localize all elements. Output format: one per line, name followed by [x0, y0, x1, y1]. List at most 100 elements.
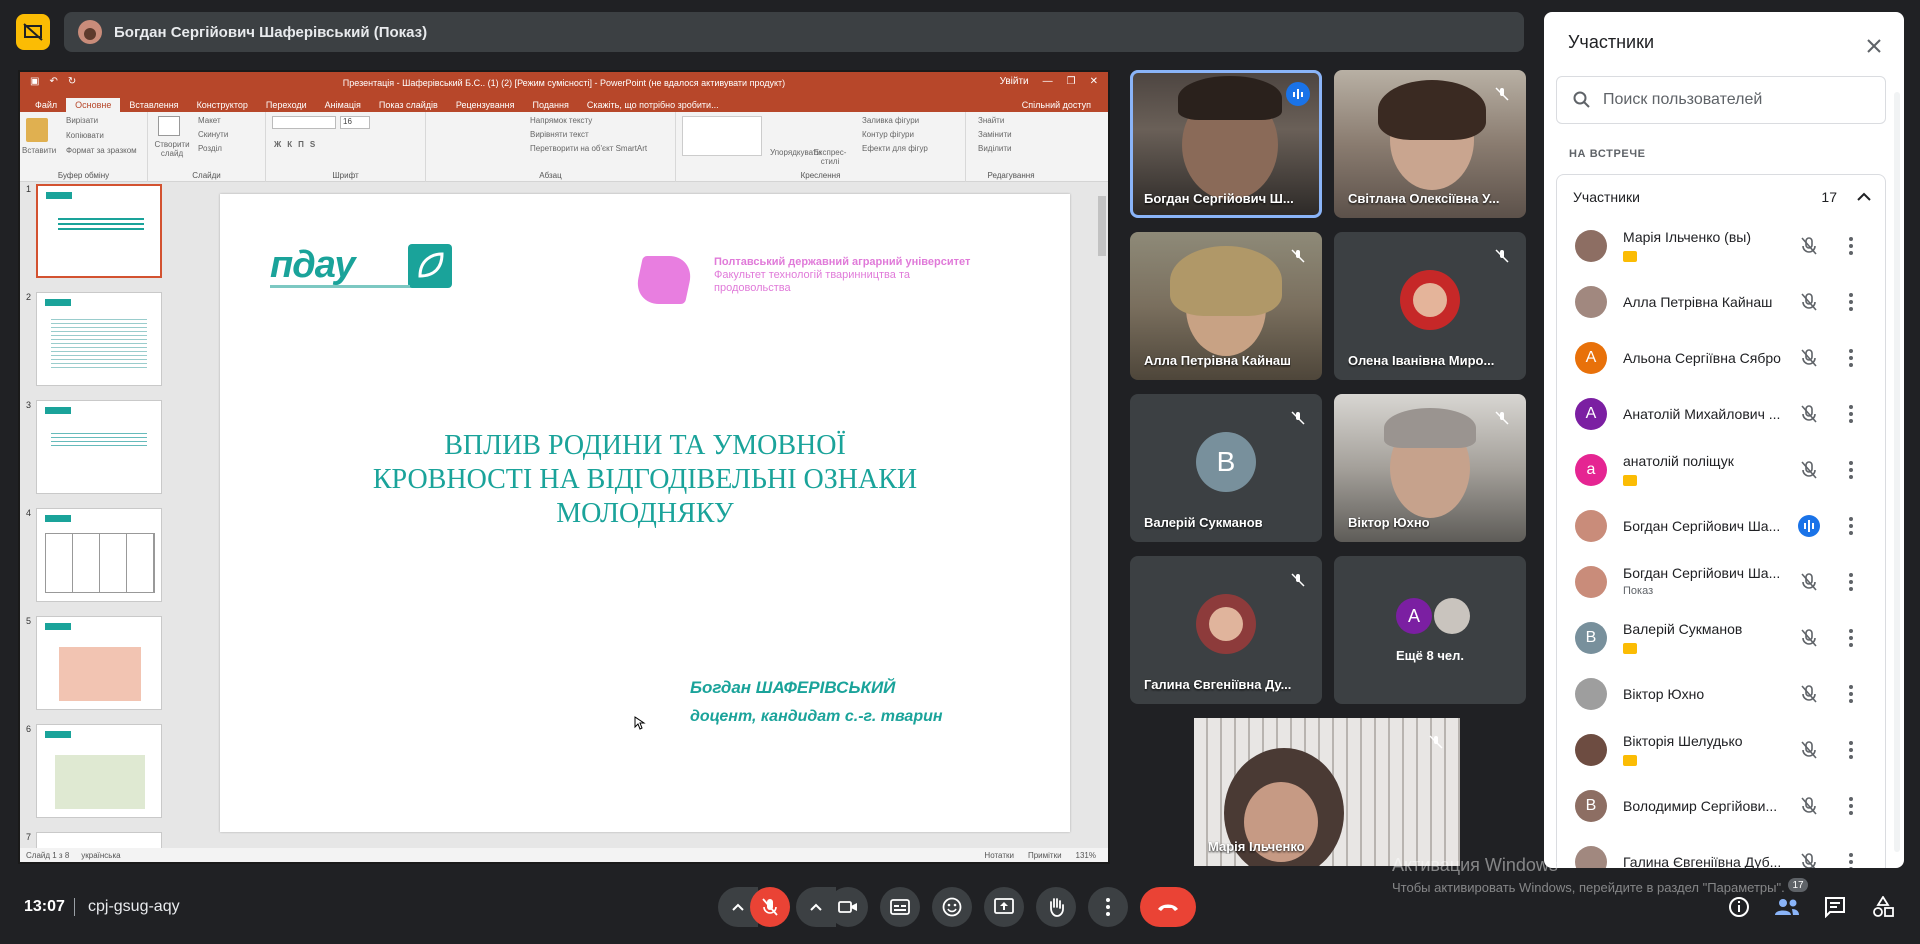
presentation-off-icon[interactable] [16, 14, 50, 50]
slide-thumbnail-4[interactable] [36, 508, 162, 602]
participant-row[interactable]: Галина Євгеніївна Дуб... [1557, 834, 1885, 868]
video-tile[interactable]: Світлана Олексіївна У... [1334, 70, 1526, 218]
notes-button[interactable]: Нотатки [984, 851, 1014, 860]
slide-thumbnail-2[interactable] [36, 292, 162, 386]
shapes-gallery[interactable] [682, 116, 762, 156]
minimize-icon[interactable]: — [1043, 76, 1053, 87]
chevron-up-icon[interactable] [1857, 192, 1871, 202]
meeting-info-button[interactable] [1726, 894, 1752, 920]
panel-scrollbar[interactable] [1894, 92, 1900, 852]
tab-view[interactable]: Подання [524, 98, 578, 112]
participant-row[interactable]: А Альона Сергіївна Сябро [1557, 330, 1885, 386]
share-button[interactable]: Спільний доступ [1013, 98, 1100, 112]
undo-icon[interactable]: ↶ [49, 76, 57, 87]
participants-group-header[interactable]: Участники 17 [1556, 174, 1886, 218]
tab-review[interactable]: Рецензування [447, 98, 524, 112]
more-vert-icon[interactable] [1841, 570, 1861, 594]
redo-icon[interactable]: ↻ [68, 76, 76, 87]
more-vert-icon[interactable] [1841, 346, 1861, 370]
font-style-buttons[interactable]: ЖКПS [274, 140, 321, 149]
reset-button[interactable]: Скинути [198, 130, 228, 139]
video-tile[interactable]: Віктор Юхно [1334, 394, 1526, 542]
more-vert-icon[interactable] [1841, 234, 1861, 258]
participant-row[interactable]: Богдан Сергійович Ша... Показ [1557, 554, 1885, 610]
speaking-indicator-icon[interactable] [1797, 514, 1821, 538]
paste-button[interactable]: Вставити [22, 146, 56, 155]
mic-off-icon[interactable] [1797, 682, 1821, 706]
more-vert-icon[interactable] [1841, 682, 1861, 706]
cut-button[interactable]: Вирізати [66, 116, 98, 125]
video-tile[interactable]: Богдан Сергійович Ш... [1130, 70, 1322, 218]
mic-off-icon[interactable] [1797, 794, 1821, 818]
close-window-icon[interactable]: ✕ [1090, 76, 1098, 87]
copy-button[interactable]: Копіювати [66, 131, 104, 140]
tab-insert[interactable]: Вставлення [120, 98, 187, 112]
restore-icon[interactable]: ❐ [1067, 76, 1076, 87]
tab-slideshow[interactable]: Показ слайдів [370, 98, 447, 112]
more-vert-icon[interactable] [1841, 850, 1861, 868]
tab-file[interactable]: Файл [26, 98, 66, 112]
font-name-select[interactable] [272, 116, 336, 129]
participant-row[interactable]: А Анатолій Михайлович ... [1557, 386, 1885, 442]
participant-row[interactable]: а анатолій поліщук [1557, 442, 1885, 498]
video-tile[interactable]: Алла Петрівна Кайнаш [1130, 232, 1322, 380]
new-slide-button[interactable]: Створити слайд [150, 140, 194, 158]
font-size-select[interactable]: 16 [340, 116, 370, 129]
self-video-tile[interactable]: Марія Ільченко [1194, 718, 1460, 866]
captions-button[interactable] [880, 887, 920, 927]
more-vert-icon[interactable] [1841, 794, 1861, 818]
presenter-chip[interactable]: Богдан Сергійович Шаферівський (Показ) [64, 12, 1524, 52]
mic-off-icon[interactable] [1797, 626, 1821, 650]
more-vert-icon[interactable] [1841, 402, 1861, 426]
more-vert-icon[interactable] [1841, 514, 1861, 538]
tab-transitions[interactable]: Переходи [257, 98, 316, 112]
layout-button[interactable]: Макет [198, 116, 221, 125]
mic-off-icon[interactable] [1797, 570, 1821, 594]
tab-design[interactable]: Конструктор [188, 98, 257, 112]
align-text-button[interactable]: Вирівняти текст [530, 130, 589, 139]
mic-off-icon[interactable] [1797, 290, 1821, 314]
tab-animation[interactable]: Анімація [316, 98, 370, 112]
more-participants-tile[interactable]: А Ещё 8 чел. [1334, 556, 1526, 704]
participant-row[interactable]: Богдан Сергійович Ша... [1557, 498, 1885, 554]
comments-button[interactable]: Примітки [1028, 851, 1062, 860]
close-icon[interactable] [1862, 34, 1886, 58]
mic-off-icon[interactable] [1797, 346, 1821, 370]
zoom-level[interactable]: 131% [1076, 851, 1096, 860]
mic-off-icon[interactable] [1797, 850, 1821, 868]
camera-toggle-button[interactable] [828, 887, 868, 927]
mic-off-icon[interactable] [1797, 458, 1821, 482]
chat-button[interactable] [1822, 894, 1848, 920]
shape-effects-button[interactable]: Ефекти для фігур [862, 144, 928, 153]
reactions-button[interactable] [932, 887, 972, 927]
find-button[interactable]: Знайти [978, 116, 1004, 125]
people-button[interactable] [1774, 894, 1800, 920]
activities-button[interactable] [1870, 894, 1896, 920]
new-slide-icon[interactable] [158, 116, 180, 136]
tell-me-search[interactable]: Скажіть, що потрібно зробити... [578, 98, 728, 112]
raise-hand-button[interactable] [1036, 887, 1076, 927]
participant-row[interactable]: В Володимир Сергійови... [1557, 778, 1885, 834]
smartart-button[interactable]: Перетворити на об'єкт SmartArt [530, 144, 647, 153]
participant-row[interactable]: Алла Петрівна Кайнаш [1557, 274, 1885, 330]
participant-row[interactable]: В Валерій Сукманов [1557, 610, 1885, 666]
present-button[interactable] [984, 887, 1024, 927]
format-painter-button[interactable]: Формат за зразком [66, 146, 137, 155]
slide-thumbnail-6[interactable] [36, 724, 162, 818]
video-tile[interactable]: Олена Іванівна Миро... [1334, 232, 1526, 380]
more-vert-icon[interactable] [1841, 738, 1861, 762]
slide-thumbnail-3[interactable] [36, 400, 162, 494]
more-options-button[interactable] [1088, 887, 1128, 927]
search-input[interactable]: Поиск пользователей [1556, 76, 1886, 124]
mic-off-icon[interactable] [1797, 738, 1821, 762]
video-tile[interactable]: В Валерій Сукманов [1130, 394, 1322, 542]
participant-row[interactable]: Вікторія Шелудько [1557, 722, 1885, 778]
participant-row[interactable]: Віктор Юхно [1557, 666, 1885, 722]
shape-outline-button[interactable]: Контур фігури [862, 130, 914, 139]
tab-home[interactable]: Основне [66, 98, 121, 112]
slide-thumbnail-5[interactable] [36, 616, 162, 710]
slide-thumbnail-1[interactable] [36, 184, 162, 278]
text-direction-button[interactable]: Напрямок тексту [530, 116, 592, 125]
replace-button[interactable]: Замінити [978, 130, 1012, 139]
leave-call-button[interactable] [1140, 887, 1196, 927]
